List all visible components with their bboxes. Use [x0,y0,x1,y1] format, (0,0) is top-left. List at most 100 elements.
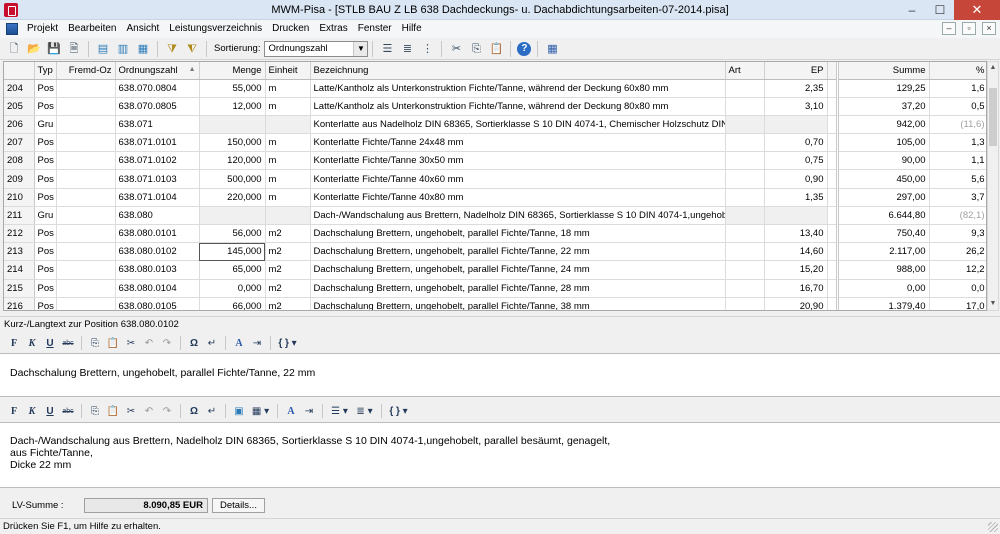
cell-summe[interactable]: 450,00 [837,169,930,189]
cell-percent[interactable]: 0,0 [929,279,986,298]
cell-percent[interactable]: 0,5 [929,97,986,116]
redo-icon[interactable]: ↷ [160,336,175,351]
cell-art[interactable] [725,169,765,189]
long-text-editor[interactable]: Dach-/Wandschalung aus Brettern, Nadelho… [0,422,1000,488]
cell-art[interactable] [725,151,765,171]
cell-bezeichnung[interactable]: Dachschalung Brettern, ungehobelt, paral… [310,279,726,298]
cell-summe[interactable]: 750,40 [837,224,930,244]
cell-typ[interactable]: Pos [34,133,57,153]
cell-einheit[interactable]: m [265,133,311,153]
cell-ordnungszahl[interactable]: 638.080.0101 [115,224,200,244]
cell-einheit[interactable]: m [265,169,311,189]
row-number[interactable]: 209 [4,169,35,189]
italic-icon[interactable]: K [25,336,40,351]
placeholder-icon[interactable]: { } ▾ [388,404,410,419]
cell-fremd-oz[interactable] [56,169,116,189]
cell-ordnungszahl[interactable]: 638.080.0104 [115,279,200,298]
copy-icon[interactable]: ⎘ [468,41,484,57]
font-icon[interactable]: A [284,404,299,419]
cell-art[interactable] [725,242,765,262]
row-number[interactable]: 204 [4,79,35,98]
cell-percent[interactable]: 17,0 [929,297,986,310]
cell-fremd-oz[interactable] [56,297,116,310]
cell-percent[interactable]: (82,1) [929,206,986,226]
table-icon[interactable]: ▦ ▾ [250,404,272,419]
cell-bezeichnung[interactable]: Konterlatte Fichte/Tanne 40x60 mm [310,169,726,189]
menu-bearbeiten[interactable]: Bearbeiten [63,20,121,38]
placeholder-icon[interactable]: { } ▾ [277,336,299,351]
insert-row-icon[interactable]: ▤ [95,41,111,57]
row-number[interactable]: 214 [4,260,35,280]
paste-icon[interactable]: 📋 [106,404,121,419]
cell-typ[interactable]: Pos [34,279,57,298]
cell-ordnungszahl[interactable]: 638.071.0102 [115,151,200,171]
cell-percent[interactable]: 9,3 [929,224,986,244]
font-icon[interactable]: A [232,336,247,351]
cell-typ[interactable]: Pos [34,224,57,244]
undo-icon[interactable]: ↶ [142,404,157,419]
cell-fremd-oz[interactable] [56,242,116,262]
cell-summe[interactable]: 2.117,00 [837,242,930,262]
col-header-ordnungszahl[interactable]: Ordnungszahl ▲ [115,62,200,80]
cell-fremd-oz[interactable] [56,79,116,98]
table-row[interactable]: 209 Pos 638.071.0103 500,000 m Konterlatte Fi… [4,169,986,189]
cell-bezeichnung[interactable]: Konterlatte Fichte/Tanne 40x80 mm [310,188,726,207]
paragraph-icon[interactable]: ⇥ [302,404,317,419]
cell-percent[interactable]: 12,2 [929,260,986,280]
columns-icon[interactable]: ☰ [379,41,395,57]
cell-ep[interactable] [764,206,828,226]
col-header-summe[interactable]: Summe [837,62,930,80]
menu-projekt[interactable]: Projekt [22,20,63,38]
cell-art[interactable] [725,224,765,244]
cell-ep[interactable]: 16,70 [764,279,828,298]
cell-einheit[interactable]: m [265,97,311,116]
col-header-typ[interactable]: Typ [34,62,57,80]
cell-typ[interactable]: Pos [34,169,57,189]
row-number[interactable]: 208 [4,151,35,171]
cell-fremd-oz[interactable] [56,97,116,116]
cell-fremd-oz[interactable] [56,260,116,280]
table-row[interactable]: 212 Pos 638.080.0101 56,000 m2 Dachschalung B… [4,224,986,244]
cell-einheit[interactable]: m2 [265,224,311,244]
cell-menge[interactable] [199,115,266,135]
table-row[interactable]: 204 Pos 638.070.0804 55,000 m Latte/Kantholz … [4,79,986,98]
cell-ep[interactable]: 15,20 [764,260,828,280]
numbered-list-icon[interactable]: ≣ ▾ [354,404,376,419]
table-row[interactable]: 208 Pos 638.071.0102 120,000 m Konterlatte Fi… [4,151,986,171]
cell-typ[interactable]: Gru [34,206,57,226]
menu-fenster[interactable]: Fenster [353,20,397,38]
cell-typ[interactable]: Pos [34,151,57,171]
cell-menge[interactable]: 65,000 [199,260,266,280]
underline-icon[interactable]: U [43,404,58,419]
cell-art[interactable] [725,188,765,207]
cell-menge[interactable]: 55,000 [199,79,266,98]
cell-ordnungszahl[interactable]: 638.080.0103 [115,260,200,280]
cell-typ[interactable]: Pos [34,79,57,98]
cell-ordnungszahl[interactable]: 638.070.0804 [115,79,200,98]
row-number[interactable]: 205 [4,97,35,116]
cell-menge[interactable]: 500,000 [199,169,266,189]
minimize-button[interactable]: ‒ [898,0,926,20]
cell-menge[interactable]: 150,000 [199,133,266,153]
print-preview-icon[interactable]: 🗎 [66,41,82,57]
menu-extras[interactable]: Extras [314,20,352,38]
table-row[interactable]: 213 Pos 638.080.0102 145,000 m2 Dachschalung … [4,242,986,262]
scroll-up-icon[interactable]: ▲ [988,62,998,74]
cell-summe[interactable]: 37,20 [837,97,930,116]
long-text-line[interactable]: Dach-/Wandschalung aus Brettern, Nadelho… [10,435,990,447]
cell-bezeichnung[interactable]: Dachschalung Brettern, ungehobelt, paral… [310,297,726,310]
scroll-down-icon[interactable]: ▼ [988,298,998,310]
image-icon[interactable]: ▣ [232,404,247,419]
cell-summe[interactable]: 6.644,80 [837,206,930,226]
cell-art[interactable] [725,115,765,135]
cell-einheit[interactable]: m2 [265,297,311,310]
mdi-close-button[interactable]: × [982,22,996,35]
underline-icon[interactable]: U [43,336,58,351]
cell-fremd-oz[interactable] [56,224,116,244]
cell-fremd-oz[interactable] [56,133,116,153]
cell-menge[interactable]: 145,000 [199,242,266,262]
cell-bezeichnung[interactable]: Dachschalung Brettern, ungehobelt, paral… [310,242,726,262]
filter-edit-icon[interactable]: ⧨ [184,41,200,57]
bullet-list-icon[interactable]: ☰ ▾ [329,404,351,419]
cut-icon[interactable]: ✂ [448,41,464,57]
